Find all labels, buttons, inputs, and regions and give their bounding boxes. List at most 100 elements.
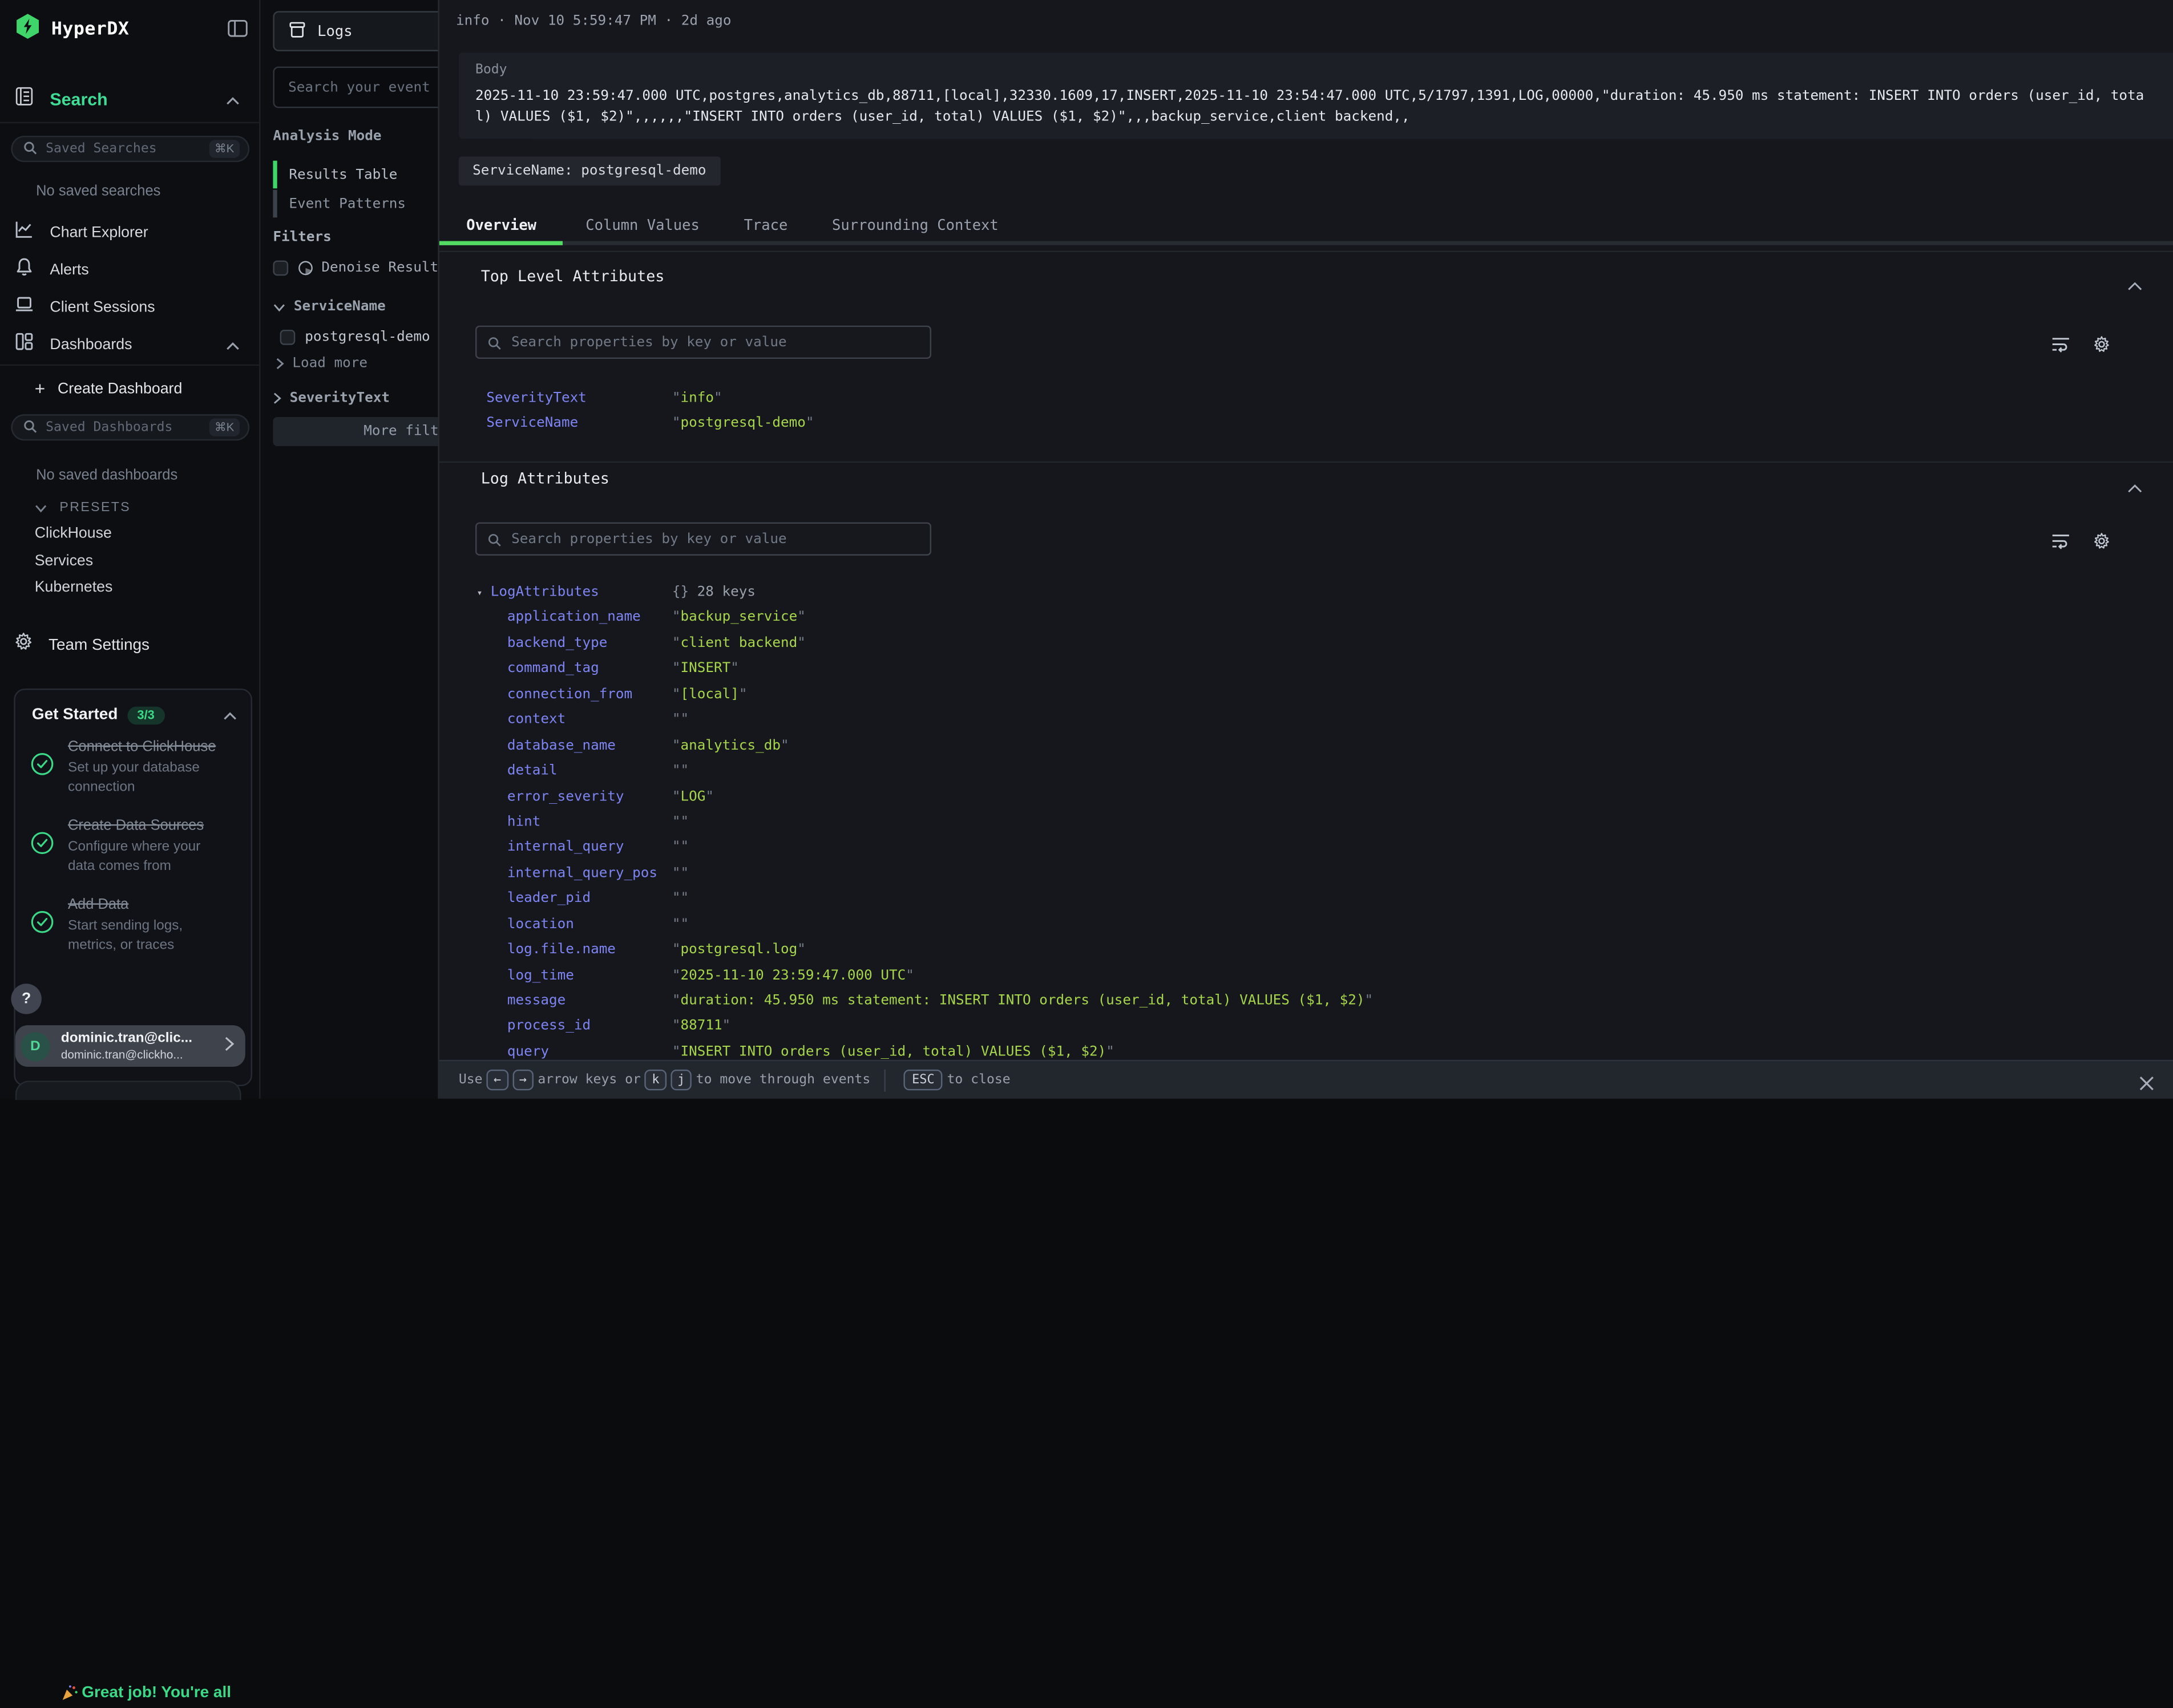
get-started-item[interactable]: Add Data Start sending logs, metrics, or… (15, 895, 251, 956)
body-text[interactable]: 2025-11-10 23:59:47.000 UTC,postgres,ana… (475, 86, 2156, 128)
attribute-row[interactable]: context "" (481, 708, 2159, 734)
attribute-value: "" (672, 887, 689, 913)
log-attributes-tree: ▾ LogAttributes {}28 keys application_na… (481, 581, 2159, 1066)
attribute-row[interactable]: SeverityText "info" (481, 387, 2159, 412)
keyboard-hints-bar: Use ← → arrow keys or k j to move throug… (439, 1060, 2173, 1099)
saved-searches-input[interactable]: ⌘K (11, 136, 249, 162)
presets-toggle[interactable]: PRESETS (35, 495, 131, 520)
event-search-box[interactable] (273, 67, 438, 108)
settings-gear-icon[interactable] (2093, 529, 2111, 556)
attribute-key: LogAttributes (491, 581, 672, 606)
attribute-row[interactable]: ServiceName "postgresql-demo" (481, 412, 2159, 438)
get-started-item[interactable]: Create Data Sources Configure where your… (15, 816, 251, 877)
preset-item[interactable]: Services (35, 548, 113, 576)
load-more-button[interactable]: Load more (276, 356, 367, 371)
filter-group-servicename[interactable]: ServiceName (273, 299, 385, 315)
preset-item[interactable]: ClickHouse (35, 521, 113, 548)
tab-surrounding-context[interactable]: Surrounding Context (810, 205, 1020, 245)
attribute-row[interactable]: location "" (481, 913, 2159, 938)
sidebar-item-dashboards[interactable]: Dashboards (0, 329, 259, 362)
attribute-row[interactable]: backend_type "client backend" (481, 632, 2159, 657)
log-attributes-search-input[interactable] (511, 531, 930, 547)
collapse-sidebar-icon[interactable] (227, 18, 248, 46)
more-filters-button[interactable]: More filters (273, 417, 438, 446)
attribute-value: "88711" (672, 1015, 730, 1041)
log-attributes-search[interactable] (475, 523, 931, 556)
logs-source-icon (288, 18, 306, 44)
sidebar-item-search[interactable]: Search (0, 83, 259, 116)
preset-item[interactable]: Kubernetes (35, 575, 113, 602)
close-icon[interactable] (2138, 1071, 2155, 1097)
top-section-actions (2051, 333, 2110, 359)
attribute-row[interactable]: internal_query_pos "" (481, 861, 2159, 887)
settings-gear-icon[interactable] (2093, 333, 2111, 359)
log-attributes-children: application_name "backup_service" backen… (481, 606, 2159, 1066)
service-filter-row: postgresql-demo (280, 330, 430, 345)
get-started-header[interactable]: Get Started 3/3 (32, 702, 237, 727)
sidebar-item-alerts[interactable]: Alerts (0, 253, 259, 286)
collapse-section-icon[interactable] (2127, 270, 2143, 297)
attribute-row[interactable]: hint "" (481, 811, 2159, 836)
body-label: Body (475, 62, 507, 78)
gear-icon (14, 632, 33, 658)
shortcut-badge: ⌘K (209, 140, 240, 158)
attribute-row[interactable]: leader_pid "" (481, 887, 2159, 913)
filter-group-severitytext[interactable]: SeverityText (273, 391, 390, 406)
tab-column-values[interactable]: Column Values (563, 205, 721, 245)
attribute-row[interactable]: process_id "88711" (481, 1015, 2159, 1041)
attribute-row[interactable]: log_time "2025-11-10 23:59:47.000 UTC" (481, 964, 2159, 989)
attribute-value: "" (672, 836, 689, 861)
create-dashboard-button[interactable]: + Create Dashboard (35, 379, 183, 398)
mode-results-table[interactable]: Results Table (273, 161, 438, 189)
attribute-row[interactable]: application_name "backup_service" (481, 606, 2159, 632)
attribute-row[interactable]: message "duration: 45.950 ms statement: … (481, 989, 2159, 1015)
postgresql-demo-checkbox[interactable] (280, 330, 296, 345)
attribute-row[interactable]: error_severity "LOG" (481, 785, 2159, 811)
wrap-lines-icon[interactable] (2051, 333, 2070, 359)
tab-trace[interactable]: Trace (722, 205, 810, 245)
mode-event-patterns[interactable]: Event Patterns (273, 190, 438, 218)
attribute-row[interactable]: connection_from "[local]" (481, 683, 2159, 709)
sidebar-item-client-sessions[interactable]: Client Sessions (0, 291, 259, 324)
saved-searches-field[interactable] (46, 141, 209, 157)
chart-icon (14, 219, 34, 247)
chevron-up-icon[interactable] (223, 702, 237, 727)
top-attributes-search[interactable] (475, 326, 931, 359)
attribute-row[interactable]: log.file.name "postgresql.log" (481, 938, 2159, 964)
event-search-input[interactable] (274, 68, 438, 107)
bottom-card-sliver (15, 1080, 241, 1100)
wrap-lines-icon[interactable] (2051, 529, 2070, 556)
sidebar-item-chart-explorer[interactable]: Chart Explorer (0, 216, 259, 249)
attribute-value: "client backend" (672, 632, 806, 657)
user-menu[interactable]: D dominic.tran@clic... dominic.tran@clic… (15, 1025, 245, 1067)
top-attributes-search-input[interactable] (511, 334, 930, 350)
collapse-section-icon[interactable] (2127, 472, 2143, 499)
sidebar-item-label: Search (50, 90, 107, 110)
chevron-right-icon (276, 358, 284, 370)
attribute-row[interactable]: database_name "analytics_db" (481, 734, 2159, 759)
help-button[interactable]: ? (11, 983, 41, 1014)
search-icon (23, 136, 37, 161)
saved-dashboards-field[interactable] (46, 420, 209, 435)
top-attributes-rows: SeverityText "info" ServiceName "postgre… (481, 387, 2159, 438)
sidebar-item-label: Client Sessions (50, 299, 155, 316)
log-attributes-parent-row[interactable]: ▾ LogAttributes {}28 keys (481, 581, 2159, 606)
attribute-key: log.file.name (481, 938, 672, 964)
detail-tabs: Overview Column Values Trace Surrounding… (439, 205, 2173, 245)
get-started-item[interactable]: Connect to ClickHouse Set up your databa… (15, 737, 251, 798)
attribute-row[interactable]: command_tag "INSERT" (481, 657, 2159, 683)
attribute-row[interactable]: internal_query "" (481, 836, 2159, 861)
sidebar-item-team-settings[interactable]: Team Settings (14, 632, 150, 658)
saved-dashboards-input[interactable]: ⌘K (11, 414, 249, 440)
denoise-checkbox[interactable] (273, 261, 288, 276)
tab-overview[interactable]: Overview (439, 205, 564, 245)
attribute-key: connection_from (481, 683, 672, 709)
source-select[interactable]: Logs (273, 11, 438, 51)
service-name-tag[interactable]: ServiceName: postgresql-demo (459, 156, 720, 185)
event-body-block: Body 2025-11-10 23:59:47.000 UTC,postgre… (459, 52, 2173, 139)
attribute-row[interactable]: detail "" (481, 759, 2159, 785)
denoise-label: Denoise Results (321, 261, 438, 276)
no-saved-dashboards-text: No saved dashboards (36, 467, 177, 483)
chevron-up-icon (226, 333, 240, 358)
attribute-value: "" (672, 759, 689, 785)
